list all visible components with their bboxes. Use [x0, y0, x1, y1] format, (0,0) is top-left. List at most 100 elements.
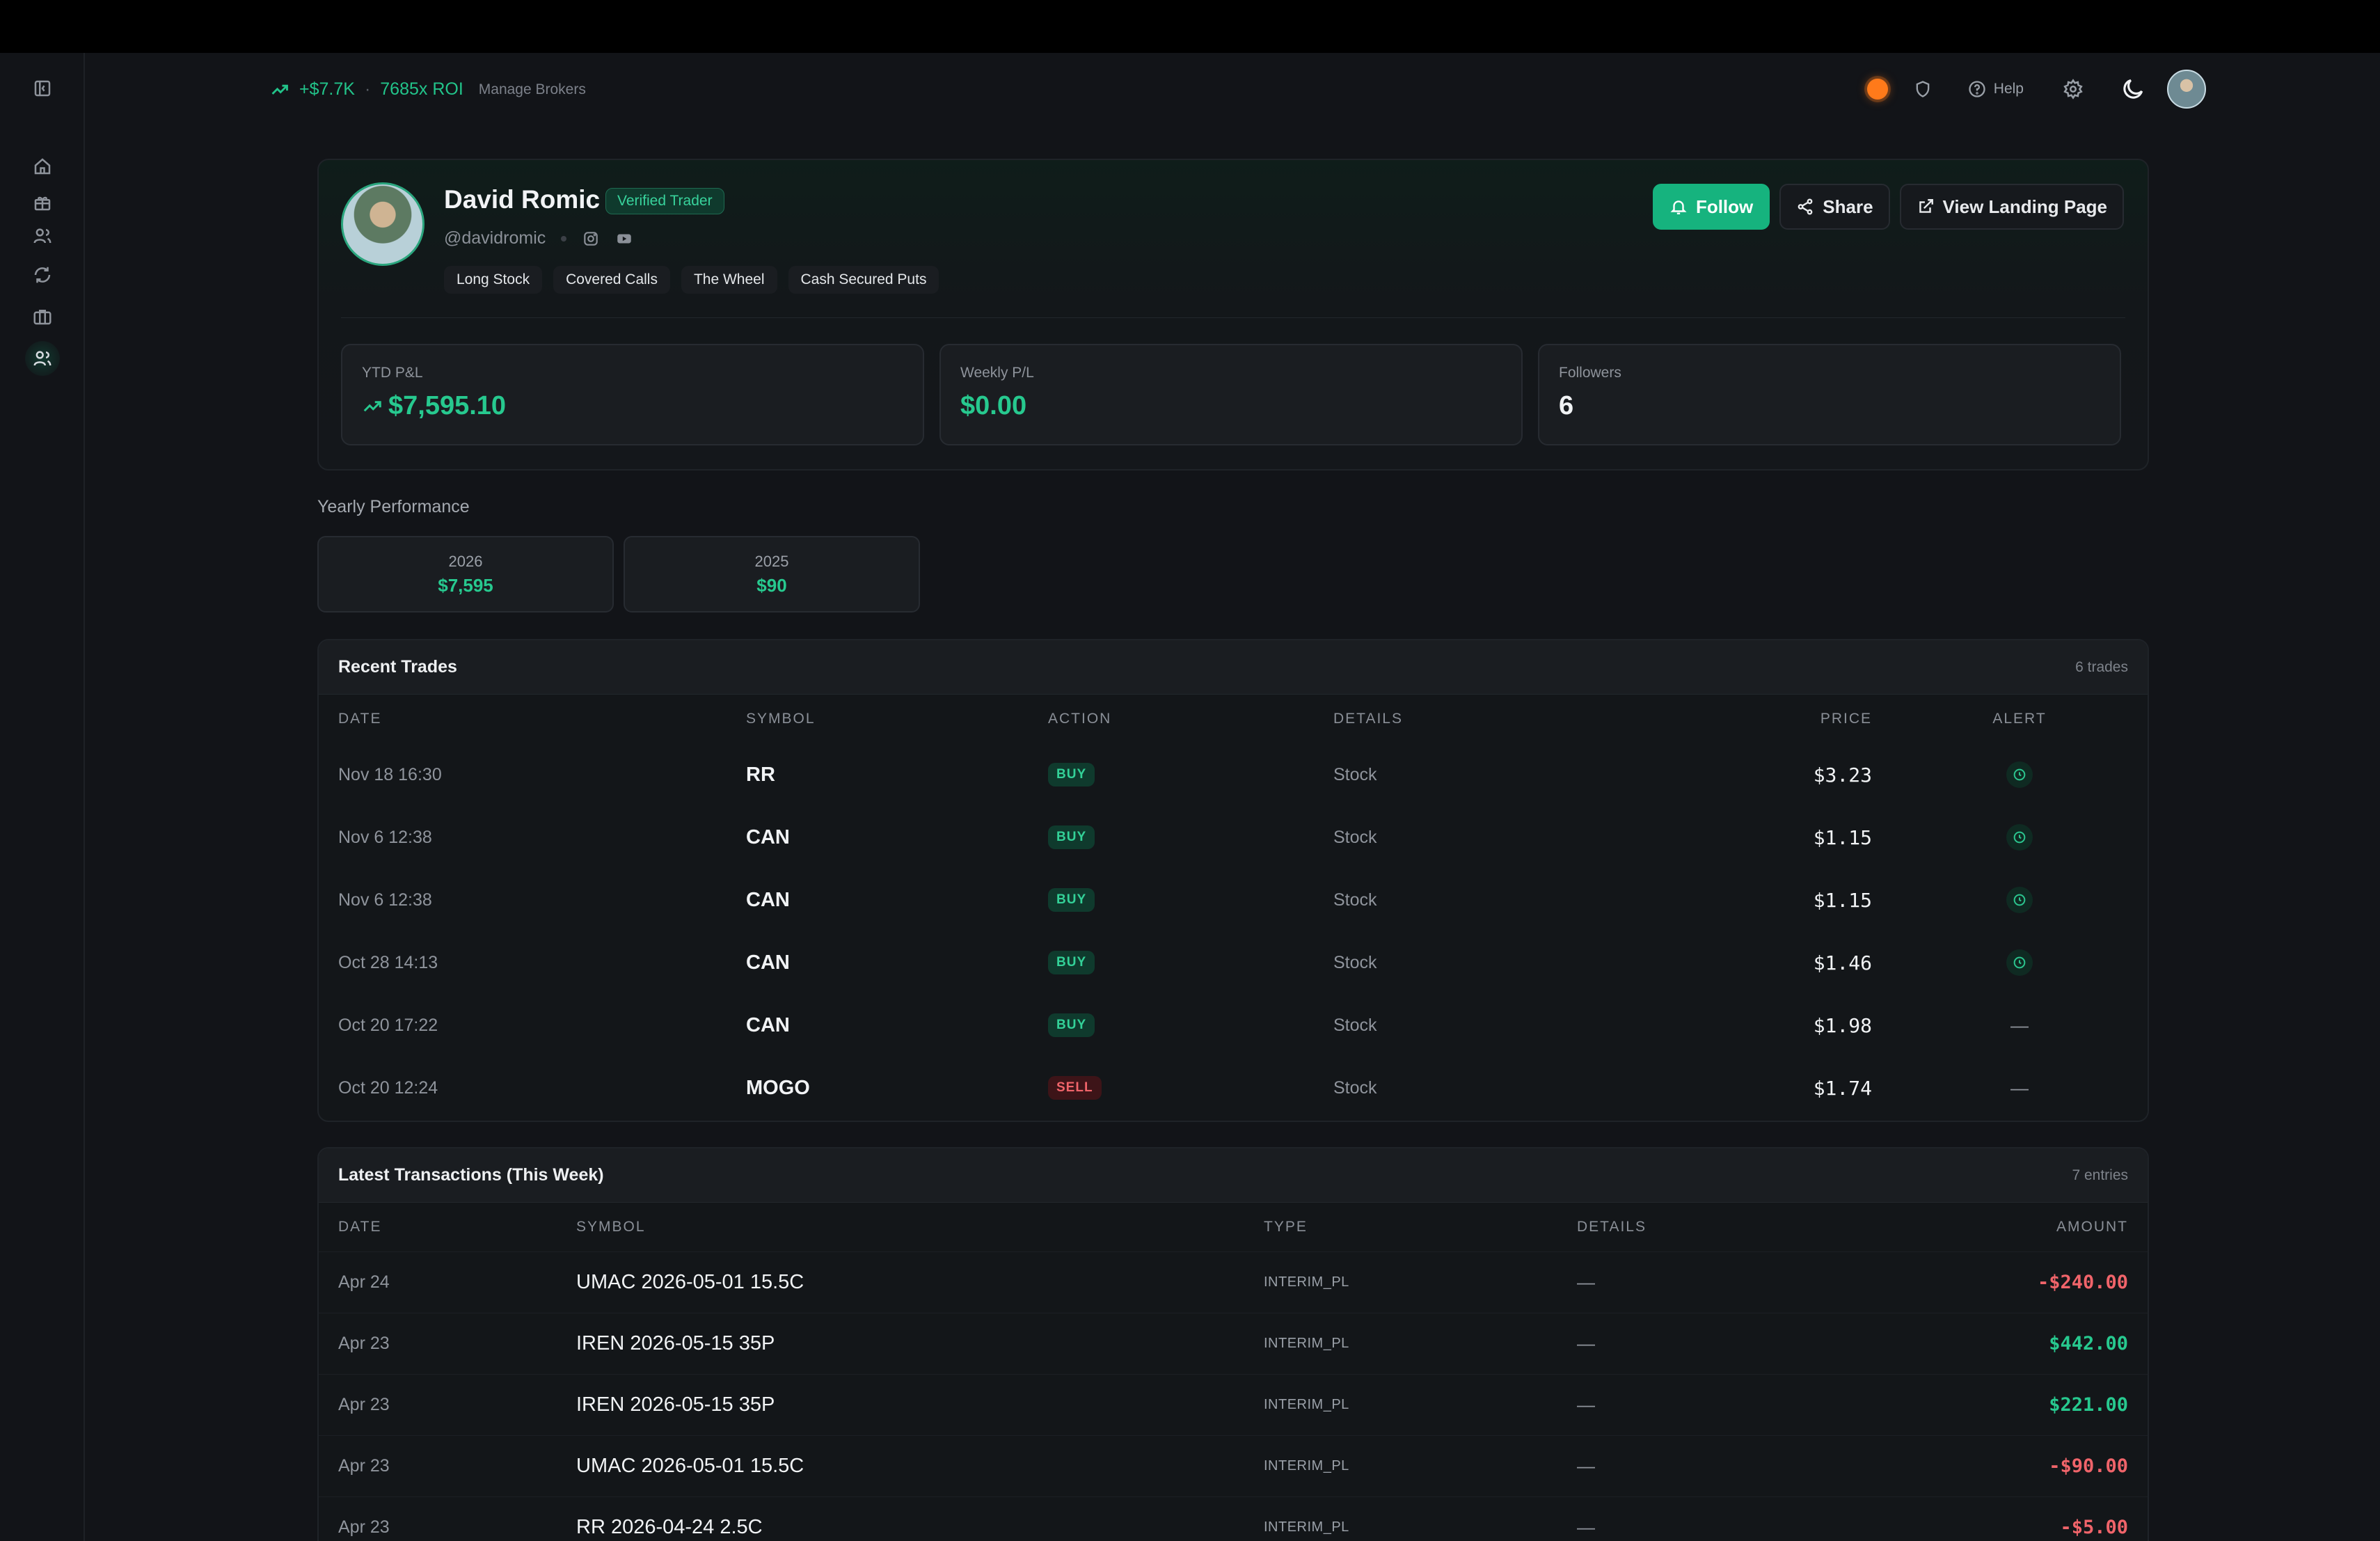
table-row[interactable]: Apr 23 RR 2026-04-24 2.5C INTERIM_PL — -… — [319, 1496, 2148, 1541]
yearly-performance-title: Yearly Performance — [317, 497, 470, 516]
table-header-row: DATE SYMBOL ACTION DETAILS PRICE ALERT — [319, 695, 2148, 743]
trade-details: Stock — [1333, 890, 1377, 910]
tx-amount: -$240.00 — [1905, 1251, 2148, 1313]
trade-alert-cell — [1891, 806, 2148, 869]
tx-details: — — [1557, 1312, 1905, 1374]
tx-symbol: IREN 2026-05-15 35P — [557, 1373, 1244, 1435]
column-header: PRICE — [1820, 711, 1872, 727]
trade-price: $3.23 — [1813, 763, 1872, 787]
sidebar-item-portfolio[interactable] — [25, 299, 60, 334]
action-badge: SELL — [1048, 1076, 1102, 1100]
home-icon — [34, 158, 51, 175]
recent-trades-table: DATE SYMBOL ACTION DETAILS PRICE ALERT N… — [319, 695, 2148, 1119]
manage-brokers-link[interactable]: Manage Brokers — [479, 81, 586, 98]
table-header-row: DATE SYMBOL TYPE DETAILS AMOUNT — [319, 1203, 2148, 1251]
view-landing-page-button[interactable]: View Landing Page — [1899, 184, 2124, 230]
profile-avatar — [341, 182, 425, 266]
tx-date: Apr 23 — [319, 1496, 557, 1541]
transactions-title: Latest Transactions (This Week) — [338, 1165, 604, 1185]
trade-details: Stock — [1333, 764, 1377, 784]
followers-label: Followers — [1559, 365, 1621, 381]
external-link-icon — [1919, 199, 1933, 213]
table-row[interactable]: Apr 24 UMAC 2026-05-01 15.5C INTERIM_PL … — [319, 1251, 2148, 1313]
weekly-value: $0.00 — [960, 391, 1027, 420]
trending-up-icon — [271, 84, 288, 95]
tx-symbol: UMAC 2026-05-01 15.5C — [557, 1251, 1244, 1313]
year-card-2025[interactable]: 2025 $90 — [624, 536, 920, 613]
follow-button[interactable]: Follow — [1652, 184, 1770, 230]
status-indicator-icon[interactable] — [1866, 79, 1888, 100]
recent-trades-card: Recent Trades 6 trades DATE SYMBOL ACTIO… — [317, 639, 2149, 1122]
action-badge: BUY — [1048, 951, 1095, 974]
users-icon — [33, 351, 51, 366]
trade-price: $1.46 — [1813, 951, 1872, 974]
strategy-tags: Long Stock Covered Calls The Wheel Cash … — [444, 266, 939, 294]
weekly-label: Weekly P/L — [960, 365, 1034, 381]
year-label: 2025 — [754, 553, 789, 570]
table-row[interactable]: Apr 23 IREN 2026-05-15 35P INTERIM_PL — … — [319, 1312, 2148, 1374]
tx-type: INTERIM_PL — [1244, 1435, 1557, 1496]
table-row[interactable]: Oct 20 12:24 MOGO SELL Stock $1.74 — — [319, 1057, 2148, 1119]
gear-icon[interactable] — [2063, 79, 2084, 100]
trade-symbol: CAN — [746, 825, 790, 848]
trade-action-cell: BUY — [1029, 994, 1314, 1057]
profile-handle-row: @davidromic — [444, 228, 633, 248]
column-header: TYPE — [1264, 1218, 1308, 1235]
recent-trades-count: 6 trades — [2075, 658, 2128, 675]
year-card-2026[interactable]: 2026 $7,595 — [317, 536, 614, 613]
trade-date: Nov 6 12:38 — [338, 890, 432, 910]
verified-badge: Verified Trader — [605, 188, 724, 214]
youtube-icon[interactable] — [615, 230, 633, 248]
ytd-label: YTD P&L — [362, 365, 423, 381]
pnl-value: +$7.7K — [299, 79, 355, 99]
help-label: Help — [1993, 81, 2024, 97]
table-row[interactable]: Oct 20 17:22 CAN BUY Stock $1.98 — — [319, 994, 2148, 1057]
table-row[interactable]: Oct 28 14:13 CAN BUY Stock $1.46 — [319, 931, 2148, 994]
profile-handle: @davidromic — [444, 228, 546, 248]
action-badge: BUY — [1048, 825, 1095, 849]
sidebar-item-gifts[interactable] — [25, 185, 60, 220]
help-circle-icon — [1969, 81, 1985, 97]
tx-date: Apr 23 — [319, 1435, 557, 1496]
clock-icon[interactable] — [2006, 824, 2033, 851]
shield-icon[interactable] — [1913, 79, 1933, 99]
sidebar-item-community[interactable] — [25, 219, 60, 253]
column-header: ACTION — [1048, 711, 1112, 727]
user-avatar[interactable] — [2167, 70, 2206, 109]
tag-cash-secured-puts: Cash Secured Puts — [788, 266, 939, 294]
trade-alert-none: — — [2010, 1014, 2029, 1036]
trade-symbol: CAN — [746, 888, 790, 911]
tx-symbol: IREN 2026-05-15 35P — [557, 1312, 1244, 1374]
clock-icon[interactable] — [2006, 949, 2033, 976]
table-row[interactable]: Nov 6 12:38 CAN BUY Stock $1.15 — [319, 806, 2148, 869]
sidebar-item-home[interactable] — [25, 149, 60, 184]
moon-icon[interactable] — [2120, 76, 2146, 102]
share-icon — [1798, 198, 1813, 215]
profile-divider — [341, 317, 2125, 318]
column-header: DATE — [338, 1218, 382, 1235]
table-row[interactable]: Apr 23 UMAC 2026-05-01 15.5C INTERIM_PL … — [319, 1435, 2148, 1496]
header-actions: Help — [1866, 70, 2206, 109]
action-badge: BUY — [1048, 763, 1095, 787]
column-header: DATE — [338, 711, 382, 727]
action-badge: BUY — [1048, 1013, 1095, 1037]
table-row[interactable]: Nov 18 16:30 RR BUY Stock $3.23 — [319, 743, 2148, 806]
sidebar-item-traders[interactable] — [25, 341, 60, 376]
clock-icon[interactable] — [2006, 761, 2033, 788]
sidebar-toggle-icon[interactable] — [25, 71, 60, 106]
column-header: SYMBOL — [746, 711, 816, 727]
tx-symbol: UMAC 2026-05-01 15.5C — [557, 1435, 1244, 1496]
instagram-icon[interactable] — [582, 230, 600, 248]
separator-dot: · — [364, 79, 371, 99]
users-icon — [33, 228, 51, 244]
latest-transactions-card: Latest Transactions (This Week) 7 entrie… — [317, 1147, 2149, 1541]
share-button[interactable]: Share — [1779, 184, 1890, 230]
help-button[interactable]: Help — [1967, 79, 2024, 99]
table-row[interactable]: Apr 23 IREN 2026-05-15 35P INTERIM_PL — … — [319, 1373, 2148, 1435]
trade-alert-cell — [1891, 743, 2148, 806]
clock-icon[interactable] — [2006, 887, 2033, 913]
table-row[interactable]: Nov 6 12:38 CAN BUY Stock $1.15 — [319, 869, 2148, 931]
trade-alert-cell — [1891, 931, 2148, 994]
sidebar-item-sync[interactable] — [25, 258, 60, 292]
trade-date: Nov 6 12:38 — [338, 827, 432, 847]
